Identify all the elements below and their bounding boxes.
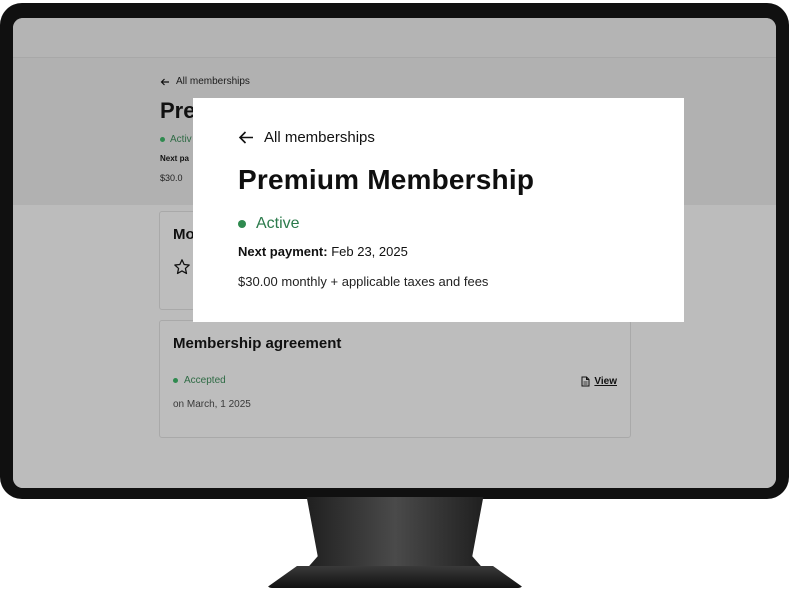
monitor-stand (266, 566, 524, 588)
agreement-title: Membership agreement (173, 335, 342, 352)
back-link[interactable]: All memberships (238, 129, 375, 146)
back-link-label: All memberships (264, 129, 375, 146)
next-payment-value: Feb 23, 2025 (331, 244, 408, 259)
agreement-date: on March, 1 2025 (173, 399, 251, 410)
monitor-neck (303, 497, 487, 573)
monitor-screen: All memberships Premi Activ Next pa $30.… (13, 18, 776, 488)
next-payment-background: Next pa (160, 154, 189, 163)
status-badge-background: Activ (160, 134, 192, 145)
status-dot-icon (173, 378, 178, 383)
view-agreement-link[interactable]: View (581, 376, 617, 387)
agreement-status-label: Accepted (184, 375, 226, 386)
benefits-card-title: Mo (173, 226, 195, 243)
document-icon (581, 376, 590, 387)
price-text: $30.00 monthly + applicable taxes and fe… (238, 274, 489, 289)
back-link-label: All memberships (176, 76, 250, 87)
status-label: Active (256, 215, 300, 232)
back-link-background[interactable]: All memberships (160, 76, 250, 87)
status-dot-icon (238, 220, 246, 228)
top-bar (13, 18, 776, 58)
agreement-status: Accepted (173, 375, 226, 386)
arrow-left-icon (238, 131, 253, 144)
membership-summary-callout: All memberships Premium Membership Activ… (193, 98, 684, 322)
star-icon (174, 259, 190, 275)
next-payment-label: Next payment: (238, 244, 328, 259)
status-label: Activ (170, 134, 192, 145)
status-dot-icon (160, 137, 165, 142)
next-payment: Next payment: Feb 23, 2025 (238, 244, 408, 259)
status-badge: Active (238, 215, 300, 233)
page-title: Premium Membership (238, 164, 535, 195)
membership-agreement-card: Membership agreement Accepted on March, … (159, 320, 631, 438)
monitor-bezel: All memberships Premi Activ Next pa $30.… (0, 3, 789, 499)
price-background: $30.0 (160, 173, 183, 183)
view-label: View (594, 376, 617, 387)
arrow-left-icon (160, 78, 169, 85)
